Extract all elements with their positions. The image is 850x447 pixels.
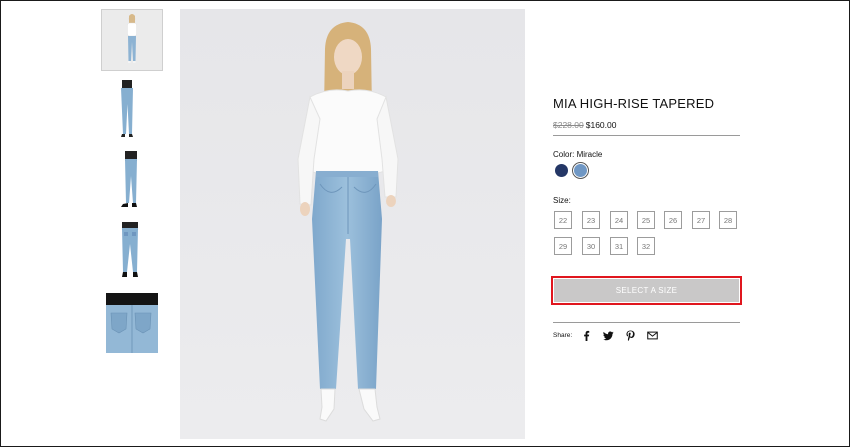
size-option[interactable]: 32 <box>637 237 655 255</box>
select-size-highlight: SELECT A SIZE <box>551 276 742 305</box>
email-icon[interactable] <box>647 330 658 341</box>
size-option[interactable]: 27 <box>692 211 710 229</box>
share-label: Share: <box>553 332 573 339</box>
product-main-image[interactable] <box>180 9 525 439</box>
size-option[interactable]: 28 <box>719 211 737 229</box>
thumbnail-side-profile[interactable] <box>101 151 161 211</box>
thumbnail-side-view[interactable] <box>101 80 161 140</box>
size-option[interactable]: 24 <box>610 211 628 229</box>
size-option[interactable]: 23 <box>582 211 600 229</box>
thumbnail-back-view[interactable] <box>101 222 161 282</box>
size-option[interactable]: 25 <box>637 211 655 229</box>
product-title: MIA HIGH-RISE TAPERED <box>553 96 715 111</box>
size-option[interactable]: 29 <box>554 237 572 255</box>
size-option[interactable]: 30 <box>582 237 600 255</box>
size-option[interactable]: 31 <box>610 237 628 255</box>
select-size-button[interactable]: SELECT A SIZE <box>554 279 739 302</box>
divider <box>553 322 740 323</box>
thumbnail-back-pocket-detail[interactable] <box>101 293 161 353</box>
twitter-icon[interactable] <box>603 330 614 341</box>
divider <box>553 135 740 136</box>
size-label: Size: <box>553 196 571 205</box>
swatch-dark-indigo[interactable] <box>555 164 568 177</box>
original-price: $228.00 <box>553 120 584 130</box>
size-option[interactable]: 22 <box>554 211 572 229</box>
share-bar: Share: <box>553 330 669 341</box>
color-label: Color: Miracle <box>553 150 603 159</box>
facebook-icon[interactable] <box>581 330 592 341</box>
swatch-miracle[interactable] <box>572 162 589 179</box>
pinterest-icon[interactable] <box>625 330 636 341</box>
sale-price: $160.00 <box>585 120 617 130</box>
thumbnail-front-view[interactable] <box>101 9 163 71</box>
size-option[interactable]: 26 <box>664 211 682 229</box>
product-price: $228.00 $160.00 <box>553 120 616 130</box>
